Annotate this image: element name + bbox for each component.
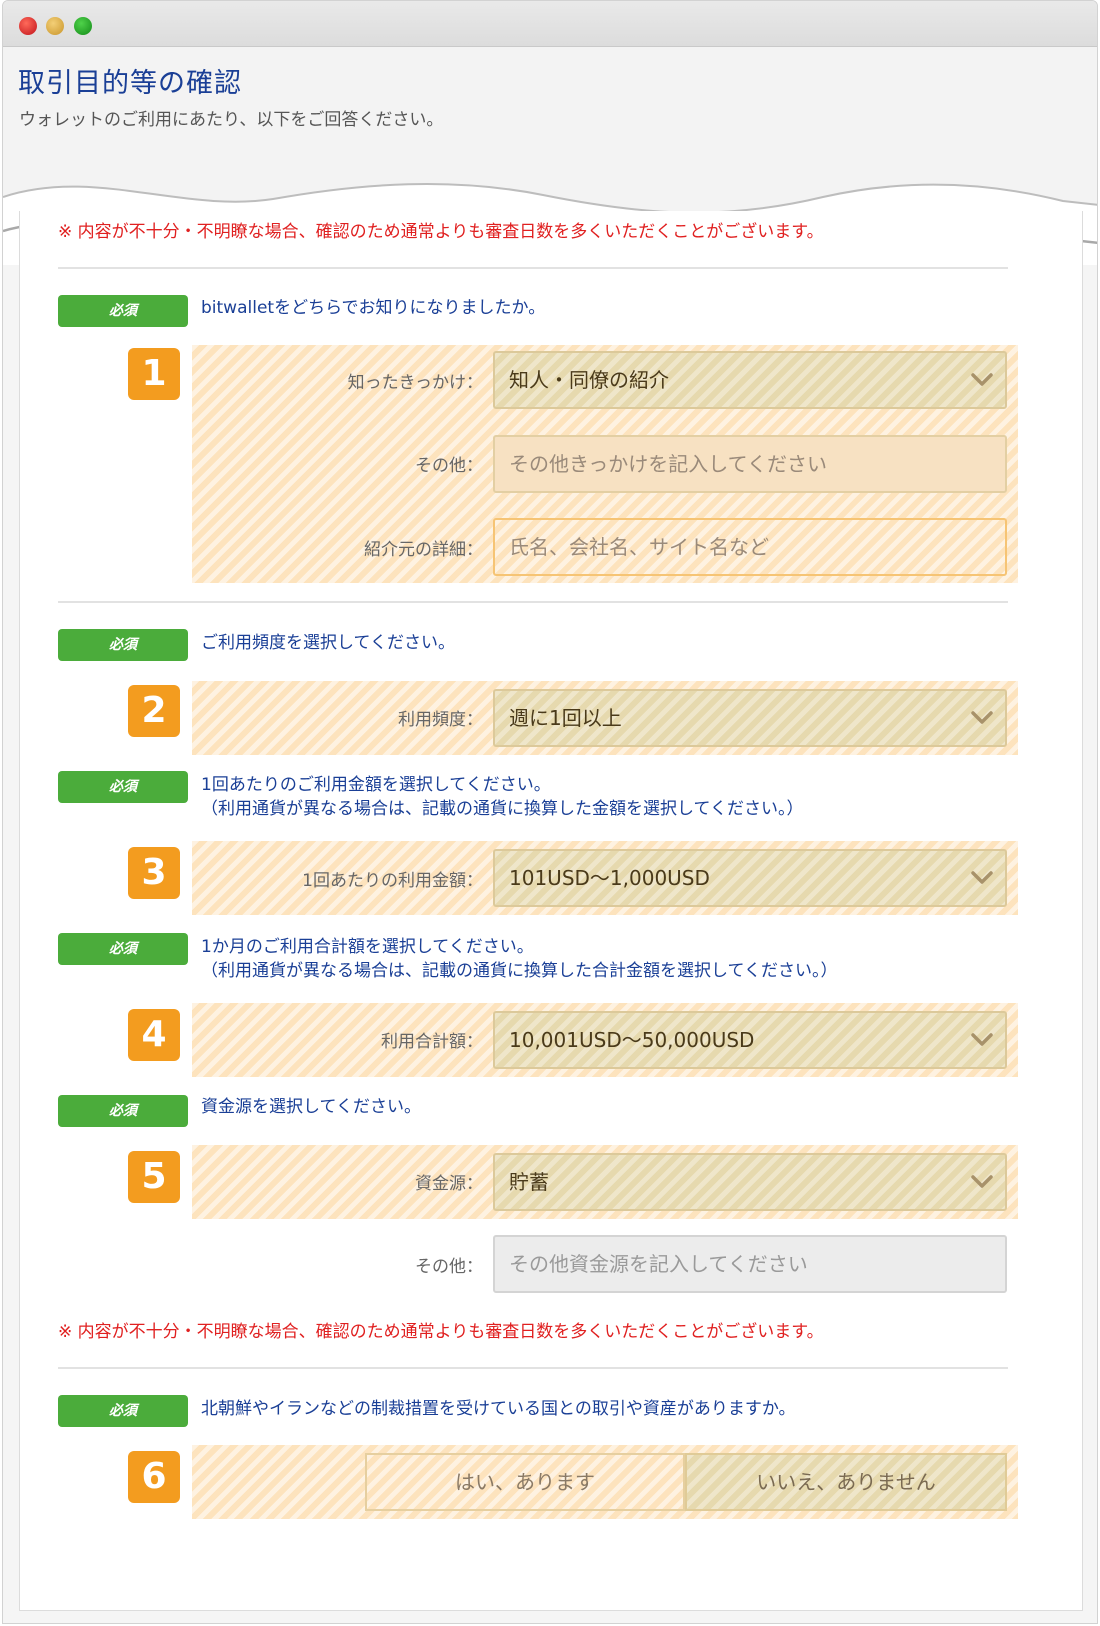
required-badge: 必須 bbox=[58, 1395, 188, 1427]
monthly-total-label: 利用合計額： bbox=[381, 1032, 483, 1052]
question-4-text: 1か月のご利用合計額を選択してください。 （利用通貨が異なる場合は、記載の通貨に… bbox=[201, 935, 837, 983]
question-number-3: 3 bbox=[128, 847, 180, 899]
question-number-1: 1 bbox=[128, 348, 180, 400]
chevron-down-icon bbox=[971, 373, 993, 386]
referrer-details-label: 紹介元の詳細： bbox=[364, 540, 483, 560]
question-4-line-1: 1か月のご利用合計額を選択してください。 bbox=[201, 937, 534, 957]
other-fund-source-label: その他： bbox=[415, 1257, 483, 1277]
sanctions-no-button[interactable]: いいえ、ありません bbox=[685, 1453, 1007, 1511]
required-badge: 必須 bbox=[58, 771, 188, 803]
referrer-details-input[interactable]: 氏名、会社名、サイト名など bbox=[493, 518, 1007, 576]
other-fund-source-input[interactable]: その他資金源を記入してください bbox=[493, 1235, 1007, 1293]
divider bbox=[58, 601, 1008, 603]
fund-source-select-value: 貯蓄 bbox=[509, 1170, 549, 1194]
question-3-line-2: （利用通貨が異なる場合は、記載の通貨に換算した金額を選択してください。） bbox=[201, 799, 804, 819]
browser-window: 取引目的等の確認 ウォレットのご利用にあたり、以下をご回答ください。 ※ 内容が… bbox=[2, 0, 1098, 1624]
amount-per-use-select-value: 101USD〜1,000USD bbox=[509, 866, 710, 890]
frequency-label: 利用頻度： bbox=[398, 710, 483, 730]
zoom-window-button[interactable] bbox=[74, 17, 92, 35]
chevron-down-icon bbox=[971, 1033, 993, 1046]
required-badge: 必須 bbox=[58, 629, 188, 661]
monthly-total-select[interactable]: 10,001USD〜50,000USD bbox=[493, 1011, 1007, 1069]
notice-text-top: ※ 内容が不十分・不明瞭な場合、確認のため通常よりも審査日数を多くいただくことが… bbox=[58, 222, 824, 242]
question-6-text: 北朝鮮やイランなどの制裁措置を受けている国との取引や資産がありますか。 bbox=[201, 1399, 796, 1419]
question-4-line-2: （利用通貨が異なる場合は、記載の通貨に換算した合計金額を選択してください。） bbox=[201, 961, 838, 981]
close-window-button[interactable] bbox=[19, 17, 37, 35]
question-number-2: 2 bbox=[128, 685, 180, 737]
question-3-text: 1回あたりのご利用金額を選択してください。 （利用通貨が異なる場合は、記載の通貨… bbox=[201, 773, 803, 821]
title-bar bbox=[3, 1, 1097, 47]
required-badge: 必須 bbox=[58, 1095, 188, 1127]
other-trigger-input[interactable]: その他きっかけを記入してください bbox=[493, 435, 1007, 493]
trigger-select-value: 知人・同僚の紹介 bbox=[509, 368, 669, 392]
required-badge: 必須 bbox=[58, 933, 188, 965]
form-content: ※ 内容が不十分・不明瞭な場合、確認のため通常よりも審査日数を多くいただくことが… bbox=[19, 211, 1083, 1611]
question-1-text: bitwalletをどちらでお知りになりましたか。 bbox=[201, 298, 546, 318]
question-number-5: 5 bbox=[128, 1151, 180, 1203]
sanctions-yes-button[interactable]: はい、あります bbox=[365, 1453, 685, 1511]
amount-per-use-select[interactable]: 101USD〜1,000USD bbox=[493, 849, 1007, 907]
page-header: 取引目的等の確認 ウォレットのご利用にあたり、以下をご回答ください。 bbox=[3, 47, 1097, 265]
monthly-total-select-value: 10,001USD〜50,000USD bbox=[509, 1028, 755, 1052]
frequency-select-value: 週に1回以上 bbox=[509, 706, 622, 730]
required-badge: 必須 bbox=[58, 295, 188, 327]
trigger-select[interactable]: 知人・同僚の紹介 bbox=[493, 351, 1007, 409]
question-2-text: ご利用頻度を選択してください。 bbox=[201, 633, 455, 653]
question-3-line-1: 1回あたりのご利用金額を選択してください。 bbox=[201, 775, 551, 795]
page-title: 取引目的等の確認 bbox=[18, 68, 242, 99]
question-5-text: 資金源を選択してください。 bbox=[201, 1097, 421, 1117]
chevron-down-icon bbox=[971, 871, 993, 884]
minimize-window-button[interactable] bbox=[46, 17, 64, 35]
chevron-down-icon bbox=[971, 711, 993, 724]
fund-source-label: 資金源： bbox=[415, 1174, 483, 1194]
divider bbox=[58, 1367, 1008, 1369]
divider bbox=[58, 267, 1008, 269]
fund-source-select[interactable]: 貯蓄 bbox=[493, 1153, 1007, 1211]
amount-per-use-label: 1回あたりの利用金額： bbox=[302, 871, 483, 891]
frequency-select[interactable]: 週に1回以上 bbox=[493, 689, 1007, 747]
page-subtitle: ウォレットのご利用にあたり、以下をご回答ください。 bbox=[19, 110, 444, 130]
chevron-down-icon bbox=[971, 1175, 993, 1188]
trigger-label: 知ったきっかけ： bbox=[347, 373, 483, 393]
question-number-4: 4 bbox=[128, 1009, 180, 1061]
other-trigger-label: その他： bbox=[415, 456, 483, 476]
question-number-6: 6 bbox=[128, 1451, 180, 1503]
notice-text-bottom: ※ 内容が不十分・不明瞭な場合、確認のため通常よりも審査日数を多くいただくことが… bbox=[58, 1322, 824, 1342]
